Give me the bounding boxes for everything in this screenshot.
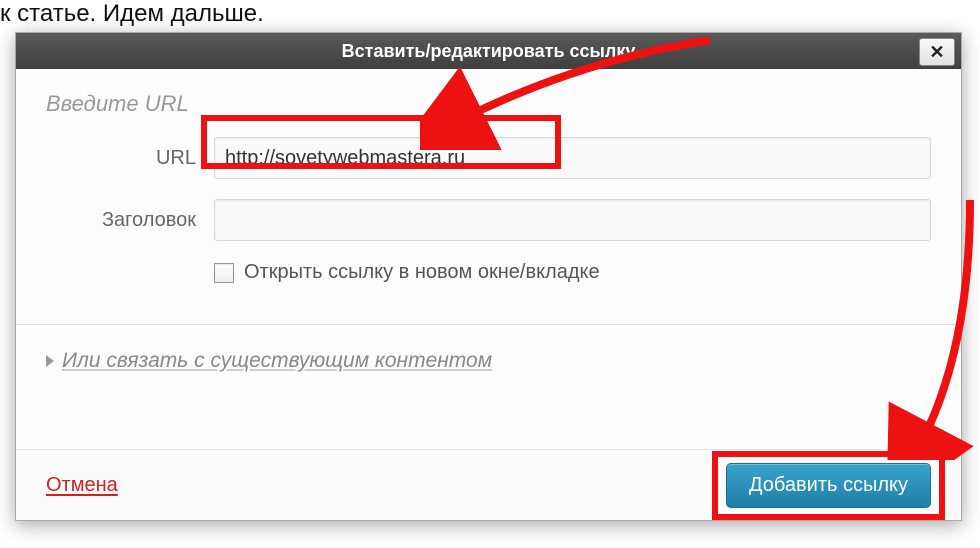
link-existing-label: Или связать с существующим контентом	[62, 349, 492, 373]
link-existing-toggle[interactable]: Или связать с существующим контентом	[16, 325, 961, 373]
add-link-button[interactable]: Добавить ссылку	[726, 463, 931, 508]
dialog-titlebar: Вставить/редактировать ссылку ✕	[16, 33, 961, 69]
dialog-footer: Отмена Добавить ссылку	[16, 449, 961, 520]
new-tab-row[interactable]: Открыть ссылку в новом окне/вкладке	[214, 261, 931, 284]
close-icon: ✕	[929, 42, 944, 63]
chevron-right-icon	[46, 355, 54, 367]
insert-link-dialog: Вставить/редактировать ссылку ✕ Введите …	[15, 32, 962, 521]
cancel-link[interactable]: Отмена	[46, 474, 118, 497]
url-label: URL	[46, 147, 214, 170]
section-heading: Введите URL	[46, 91, 931, 117]
new-tab-label: Открыть ссылку в новом окне/вкладке	[244, 261, 600, 284]
url-input[interactable]	[214, 137, 931, 179]
background-text: к статье. Идем дальше.	[0, 0, 264, 29]
title-label: Заголовок	[46, 209, 214, 232]
new-tab-checkbox[interactable]	[214, 263, 234, 283]
submit-wrap: Добавить ссылку	[726, 463, 931, 508]
close-button[interactable]: ✕	[919, 38, 955, 66]
dialog-body: Введите URL URL Заголовок Открыть ссылку…	[16, 69, 961, 284]
title-input[interactable]	[214, 199, 931, 241]
title-row: Заголовок	[46, 199, 931, 241]
dialog-title: Вставить/редактировать ссылку	[342, 41, 636, 62]
url-row: URL	[46, 137, 931, 179]
